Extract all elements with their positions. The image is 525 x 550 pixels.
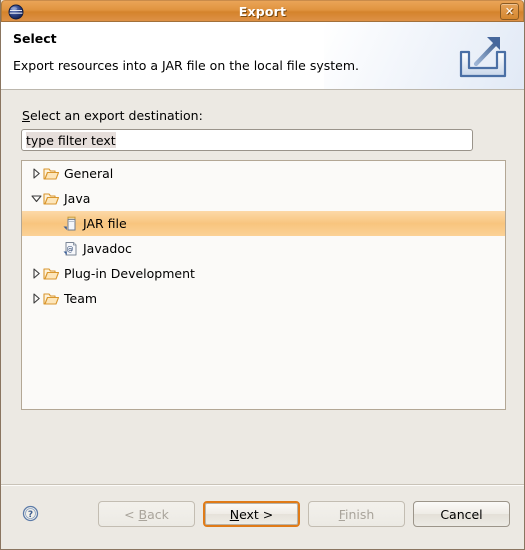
cancel-button[interactable]: Cancel bbox=[413, 501, 510, 527]
folder-icon bbox=[43, 191, 61, 207]
tree-item-plug-in-development[interactable]: Plug-in Development bbox=[22, 261, 505, 286]
page-title: Select bbox=[13, 31, 57, 46]
tree-item-label: General bbox=[64, 166, 114, 181]
tree-item-label: Plug-in Development bbox=[64, 266, 195, 281]
export-dialog: Export ✕ Select Export resources into a … bbox=[0, 0, 525, 550]
eclipse-sphere-icon bbox=[8, 4, 24, 20]
folder-icon bbox=[43, 166, 61, 182]
cancel-button-label: Cancel bbox=[440, 506, 483, 522]
tree-item-label: JAR file bbox=[83, 216, 127, 231]
window-title: Export bbox=[238, 3, 287, 19]
dialog-button-row: < Back Next > Finish Cancel bbox=[98, 501, 510, 527]
title-bar[interactable]: Export ✕ bbox=[1, 0, 524, 22]
jar-file-icon bbox=[62, 216, 80, 232]
chevron-right-icon[interactable] bbox=[29, 168, 43, 179]
tree-item-team[interactable]: Team bbox=[22, 286, 505, 311]
filter-input[interactable]: type filter text bbox=[21, 129, 473, 151]
next-button[interactable]: Next > bbox=[203, 501, 300, 527]
svg-text:@: @ bbox=[67, 245, 74, 253]
folder-icon bbox=[43, 291, 61, 307]
tree-item-javadoc[interactable]: @ Javadoc bbox=[22, 236, 505, 261]
label-rest: elect an export destination: bbox=[29, 108, 203, 123]
back-button: < Back bbox=[98, 501, 195, 527]
export-destination-label: Select an export destination: bbox=[22, 108, 203, 123]
chevron-right-icon[interactable] bbox=[29, 293, 43, 304]
back-button-label: < Back bbox=[124, 506, 169, 522]
svg-text:?: ? bbox=[28, 510, 33, 520]
filter-input-value: type filter text bbox=[26, 132, 116, 148]
dialog-footer: ? < Back Next > Finish Cancel bbox=[1, 484, 524, 549]
label-mnemonic: S bbox=[22, 108, 30, 123]
help-question-icon[interactable]: ? bbox=[22, 505, 39, 522]
next-button-label: Next > bbox=[229, 506, 274, 522]
tree-item-java[interactable]: Java bbox=[22, 186, 505, 211]
folder-icon bbox=[43, 266, 61, 282]
finish-button-label: Finish bbox=[338, 506, 375, 522]
page-description: Export resources into a JAR file on the … bbox=[13, 58, 359, 73]
chevron-down-icon[interactable] bbox=[29, 194, 43, 203]
chevron-right-icon[interactable] bbox=[29, 268, 43, 279]
tree-item-general[interactable]: General bbox=[22, 161, 505, 186]
tree-item-label: Java bbox=[64, 191, 91, 206]
export-destination-tree[interactable]: General Java JAR file @ Javadoc Plug-in Devel… bbox=[21, 160, 506, 410]
finish-button: Finish bbox=[308, 501, 405, 527]
close-icon: ✕ bbox=[504, 5, 515, 18]
export-tray-arrow-icon bbox=[456, 30, 510, 82]
close-button[interactable]: ✕ bbox=[500, 3, 519, 20]
javadoc-icon: @ bbox=[62, 241, 80, 257]
dialog-body: Select an export destination: type filte… bbox=[1, 90, 524, 484]
tree-item-label: Javadoc bbox=[83, 241, 132, 256]
dialog-header: Select Export resources into a JAR file … bbox=[1, 22, 524, 90]
tree-item-label: Team bbox=[64, 291, 98, 306]
tree-item-jar-file[interactable]: JAR file bbox=[22, 211, 505, 236]
